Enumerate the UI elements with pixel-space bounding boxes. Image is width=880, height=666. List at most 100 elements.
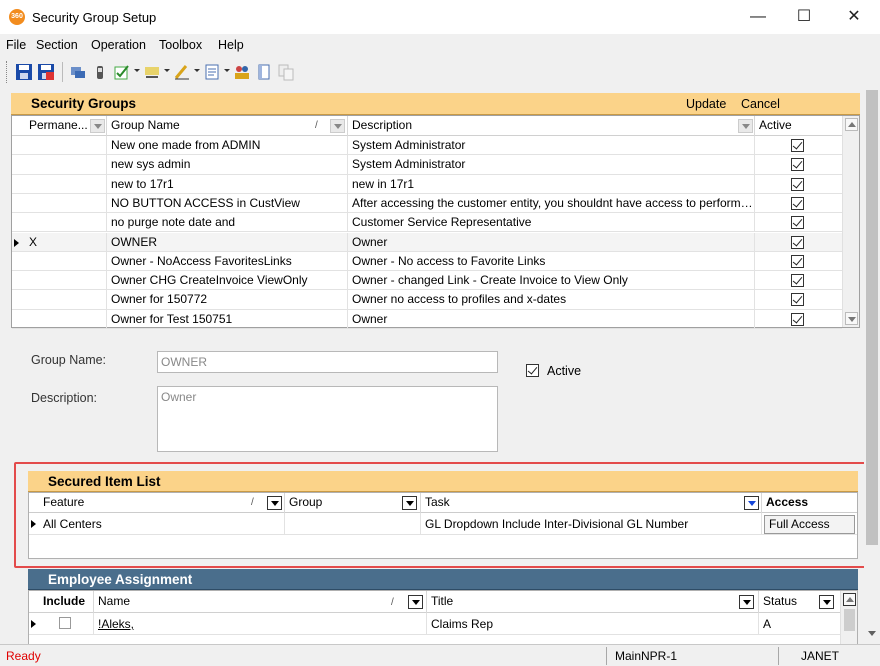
scroll-down-icon[interactable] xyxy=(868,631,876,636)
group-name-field[interactable] xyxy=(157,351,498,373)
column-header-include[interactable]: Include xyxy=(39,591,94,613)
table-row[interactable]: new to 17r1 new in 17r1 xyxy=(12,174,842,194)
group-name-cell[interactable]: no purge note date and xyxy=(107,213,348,233)
active-checkbox[interactable] xyxy=(791,274,804,288)
security-groups-scrollbar[interactable] xyxy=(842,116,859,327)
maximize-button[interactable]: ☐ xyxy=(781,0,827,34)
table-row[interactable]: New one made from ADMIN System Administra… xyxy=(12,136,842,156)
pen-dropdown-icon[interactable] xyxy=(194,69,200,72)
check-dropdown-icon[interactable] xyxy=(134,69,140,72)
table-row[interactable]: Owner for Test 150751 Owner xyxy=(12,309,842,329)
permanent-cell[interactable] xyxy=(25,309,107,329)
users-icon[interactable] xyxy=(232,61,252,83)
group-name-cell[interactable]: NO BUTTON ACCESS in CustView xyxy=(107,193,348,213)
status-filter-icon[interactable] xyxy=(819,595,834,609)
description-cell[interactable]: Owner xyxy=(348,309,755,329)
refresh-icon[interactable] xyxy=(68,61,88,83)
permanent-cell[interactable] xyxy=(25,136,107,155)
scroll-down-icon[interactable] xyxy=(845,312,858,325)
description-cell[interactable]: System Administrator xyxy=(348,155,755,175)
description-cell[interactable]: Owner xyxy=(348,232,755,252)
security-icon[interactable] xyxy=(90,61,110,83)
active-checkbox[interactable] xyxy=(791,235,804,249)
toolbar-grip[interactable] xyxy=(6,61,9,83)
menu-toolbox[interactable]: Toolbox xyxy=(159,38,202,52)
menu-help[interactable]: Help xyxy=(218,38,244,52)
description-cell[interactable]: After accessing the customer entity, you… xyxy=(348,193,755,213)
table-row[interactable]: no purge note date and Customer Service R… xyxy=(12,213,842,233)
scroll-up-icon[interactable] xyxy=(843,593,856,606)
table-row[interactable]: Owner - NoAccess FavoritesLinks Owner - N… xyxy=(12,251,842,272)
column-header-title[interactable]: Title xyxy=(427,591,759,613)
column-header-name[interactable]: Name xyxy=(94,591,427,613)
description-cell[interactable]: System Administrator xyxy=(348,136,755,155)
copy-icon[interactable] xyxy=(276,61,296,83)
include-checkbox[interactable] xyxy=(59,617,71,629)
highlight-icon[interactable] xyxy=(142,61,162,83)
description-cell[interactable]: new in 17r1 xyxy=(348,174,755,194)
scroll-up-icon[interactable] xyxy=(845,118,858,131)
active-checkbox[interactable] xyxy=(791,293,804,307)
permanent-cell[interactable] xyxy=(25,271,107,291)
scroll-track[interactable] xyxy=(846,134,857,306)
permanent-filter-icon[interactable] xyxy=(90,119,105,133)
main-scroll-thumb[interactable] xyxy=(866,90,878,545)
active-checkbox[interactable] xyxy=(791,139,804,152)
column-header-description[interactable]: Description xyxy=(348,116,755,136)
group-name-cell[interactable]: Owner for Test 150751 xyxy=(107,309,348,329)
permanent-cell[interactable] xyxy=(25,251,107,271)
active-checkbox[interactable] xyxy=(791,196,804,210)
title-filter-icon[interactable] xyxy=(739,595,754,609)
permanent-cell[interactable] xyxy=(25,193,107,213)
permanent-cell[interactable] xyxy=(25,155,107,175)
group-name-cell[interactable]: Owner - NoAccess FavoritesLinks xyxy=(107,251,348,271)
pen-icon[interactable] xyxy=(172,61,192,83)
column-header-group-name[interactable]: Group Name xyxy=(107,116,348,136)
group-name-cell[interactable]: new to 17r1 xyxy=(107,174,348,194)
column-header-active[interactable]: Active xyxy=(755,116,842,136)
page-icon[interactable] xyxy=(254,61,274,83)
description-filter-icon[interactable] xyxy=(738,119,753,133)
group-name-cell[interactable]: OWNER xyxy=(107,232,348,252)
group-name-filter-icon[interactable] xyxy=(330,119,345,133)
active-checkbox[interactable] xyxy=(791,177,804,191)
cancel-button[interactable]: Cancel xyxy=(741,97,780,111)
group-name-cell[interactable]: Owner for 150772 xyxy=(107,290,348,310)
description-cell[interactable]: Customer Service Representative xyxy=(348,213,755,233)
description-cell[interactable]: Owner no access to profiles and x-dates xyxy=(348,290,755,310)
scroll-thumb[interactable] xyxy=(844,609,855,631)
menu-operation[interactable]: Operation xyxy=(91,38,146,52)
table-row[interactable]: Owner for 150772 Owner no access to profi… xyxy=(12,290,842,310)
group-name-cell[interactable]: new sys admin xyxy=(107,155,348,175)
document-icon[interactable] xyxy=(202,61,222,83)
name-cell[interactable]: !Aleks, xyxy=(94,613,427,635)
permanent-cell[interactable] xyxy=(25,290,107,310)
status-cell[interactable]: A xyxy=(759,613,840,635)
title-cell[interactable]: Claims Rep xyxy=(427,613,759,635)
active-checkbox[interactable] xyxy=(791,158,804,172)
active-checkbox[interactable] xyxy=(791,312,804,326)
employee-scrollbar[interactable] xyxy=(840,591,857,644)
table-row[interactable]: X OWNER Owner xyxy=(12,232,842,252)
group-name-cell[interactable]: Owner CHG CreateInvoice ViewOnly xyxy=(107,271,348,291)
description-cell[interactable]: Owner - No access to Favorite Links xyxy=(348,251,755,271)
main-scrollbar[interactable] xyxy=(864,88,880,644)
document-dropdown-icon[interactable] xyxy=(224,69,230,72)
permanent-cell[interactable]: X xyxy=(25,232,107,252)
description-cell[interactable]: Owner - changed Link - Create Invoice to… xyxy=(348,271,755,291)
permanent-cell[interactable] xyxy=(25,213,107,233)
permanent-cell[interactable] xyxy=(25,174,107,194)
update-button[interactable]: Update xyxy=(686,97,726,111)
highlight-dropdown-icon[interactable] xyxy=(164,69,170,72)
description-field[interactable]: Owner xyxy=(157,386,498,452)
active-checkbox[interactable] xyxy=(791,254,804,268)
check-icon[interactable] xyxy=(112,61,132,83)
menu-file[interactable]: File xyxy=(6,38,26,52)
table-row[interactable]: NO BUTTON ACCESS in CustView After access… xyxy=(12,193,842,214)
minimize-button[interactable]: — xyxy=(735,0,781,34)
menu-section[interactable]: Section xyxy=(36,38,78,52)
group-name-cell[interactable]: New one made from ADMIN xyxy=(107,136,348,155)
table-row[interactable]: new sys admin System Administrator xyxy=(12,155,842,175)
table-row[interactable]: Owner CHG CreateInvoice ViewOnly Owner - … xyxy=(12,271,842,291)
close-button[interactable]: ✕ xyxy=(831,0,877,34)
